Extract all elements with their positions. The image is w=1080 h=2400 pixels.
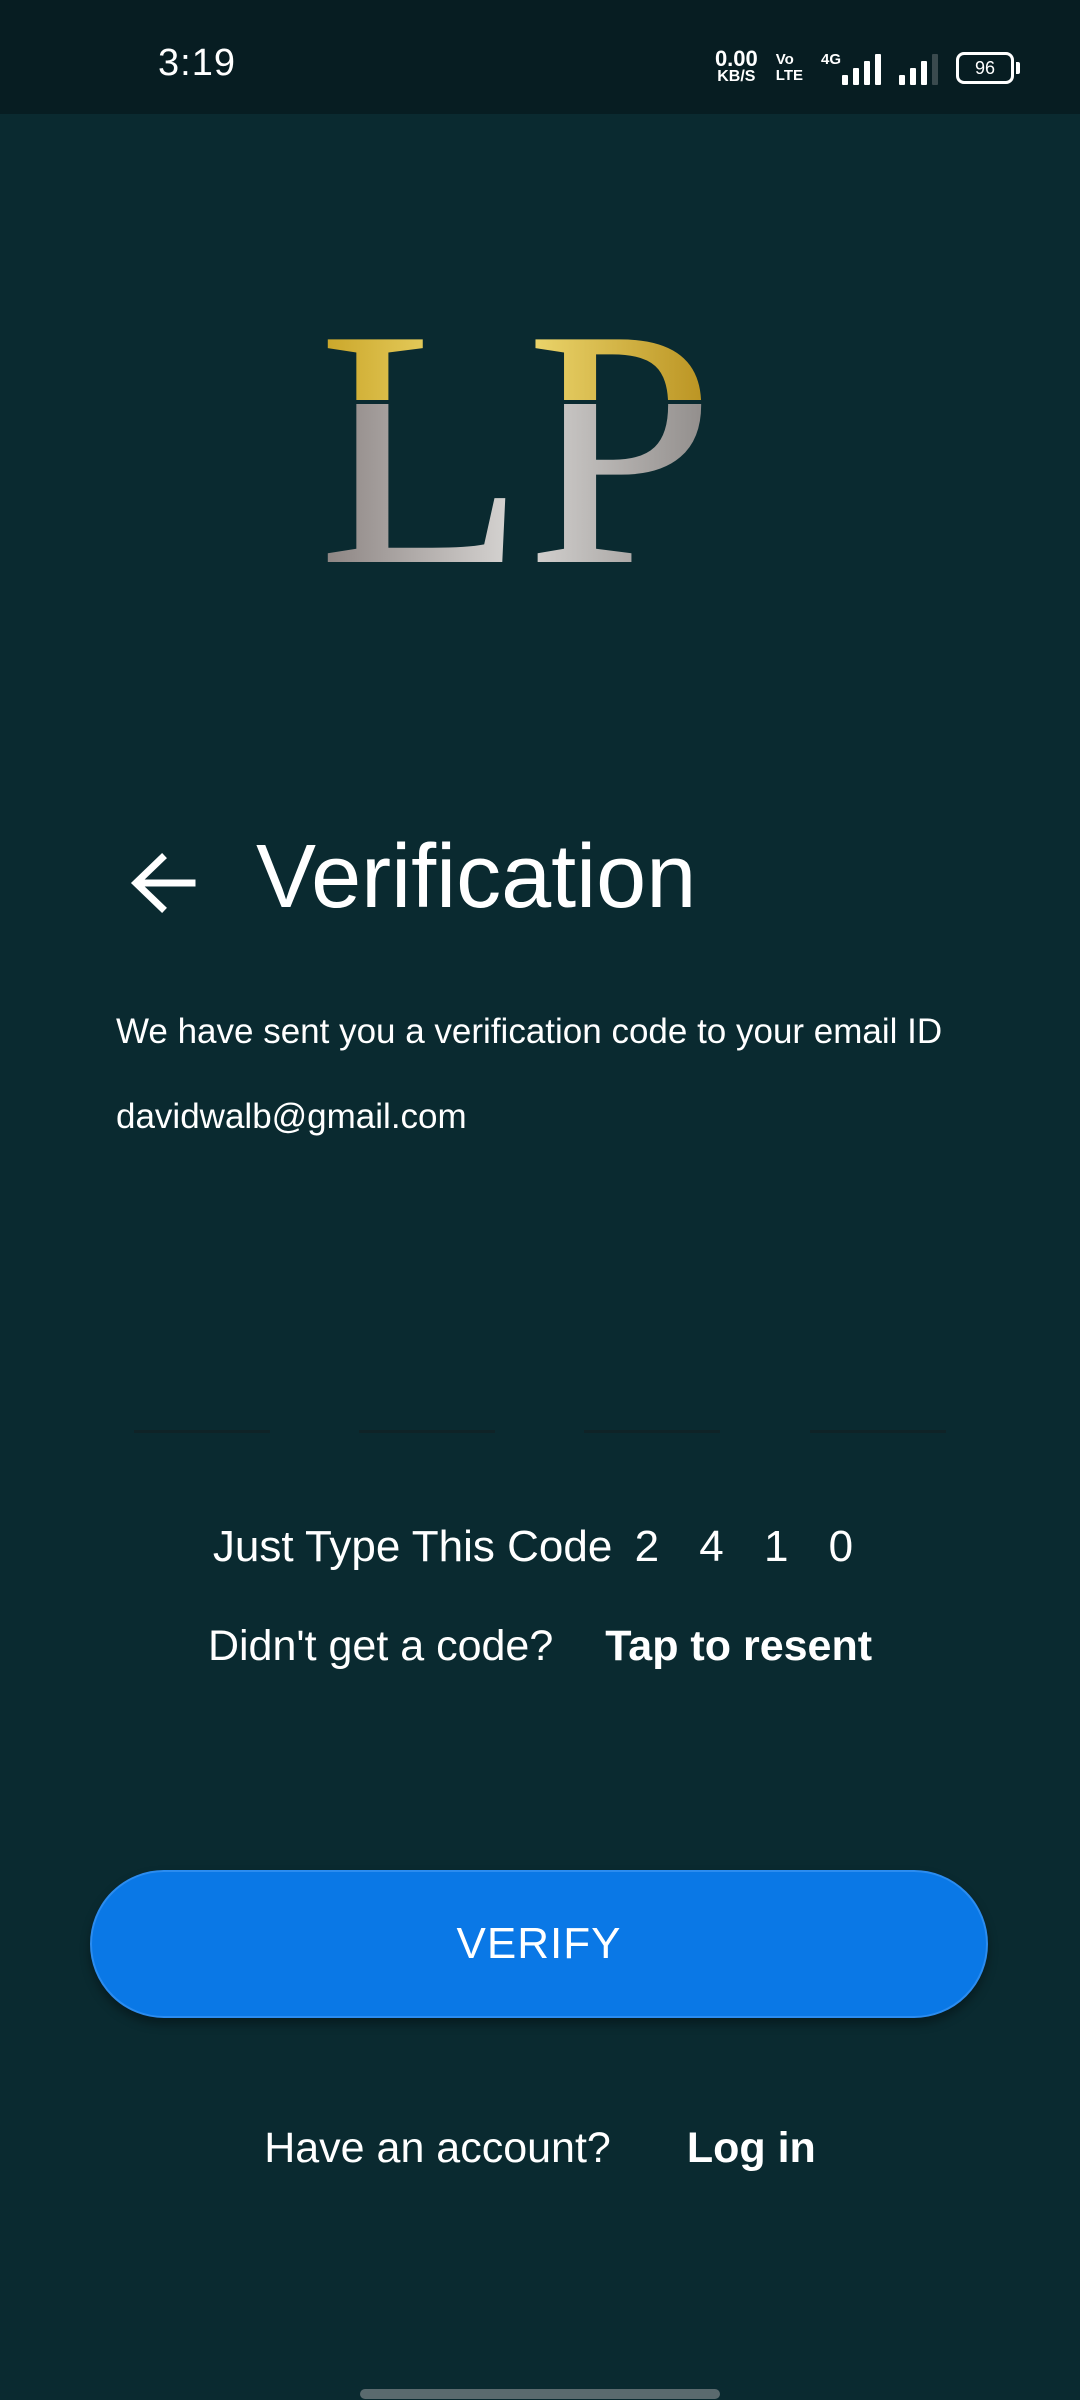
volte-bottom: LTE	[775, 67, 803, 84]
resend-row: Didn't get a code? Tap to resent	[0, 1622, 1080, 1671]
otp-field-1[interactable]	[134, 1330, 270, 1433]
status-icons: 0.00 KB/S Vo LTE 4G 96	[714, 46, 1020, 90]
back-button[interactable]	[120, 840, 206, 926]
otp-field-3[interactable]	[584, 1330, 720, 1433]
signal-4g-icon: 4G	[821, 51, 881, 85]
verification-description: We have sent you a verification code to …	[116, 1012, 943, 1051]
volte-top: Vo	[775, 51, 794, 68]
status-time: 3:19	[158, 42, 236, 84]
login-link[interactable]: Log in	[687, 2124, 816, 2173]
email-address: davidwalb@gmail.com	[116, 1097, 467, 1136]
battery-icon: 96	[956, 52, 1020, 84]
arrow-left-icon	[130, 853, 196, 913]
network-speed: 0.00 KB/S	[714, 46, 758, 86]
code-hint-digits: 2 4 1 0	[634, 1522, 868, 1571]
page-title: Verification	[256, 827, 697, 927]
otp-field-4[interactable]	[810, 1330, 946, 1433]
home-indicator[interactable]	[360, 2389, 720, 2399]
battery-level: 96	[974, 57, 996, 78]
login-row: Have an account? Log in	[0, 2124, 1080, 2173]
verify-button[interactable]: VERIFY	[90, 1870, 988, 2018]
network-speed-unit: KB/S	[717, 68, 756, 85]
volte-icon: Vo LTE	[776, 52, 803, 84]
otp-field-2[interactable]	[359, 1330, 495, 1433]
code-hint: Just Type This Code 2 4 1 0	[0, 1522, 1080, 1572]
network-type: 4G	[820, 51, 841, 68]
signal-icon	[899, 51, 938, 85]
network-speed-value: 0.00	[714, 46, 758, 71]
otp-input-group	[134, 1330, 946, 1434]
resend-link[interactable]: Tap to resent	[605, 1622, 872, 1671]
app-logo: LP LP	[310, 290, 770, 590]
code-hint-label: Just Type This Code	[212, 1522, 613, 1571]
resend-question: Didn't get a code?	[207, 1622, 554, 1670]
login-question: Have an account?	[264, 2124, 611, 2172]
status-bar: 3:19 0.00 KB/S Vo LTE 4G 96	[0, 0, 1080, 114]
verification-screen: 3:19 0.00 KB/S Vo LTE 4G 96 LP LP Verifi…	[0, 0, 1080, 2400]
